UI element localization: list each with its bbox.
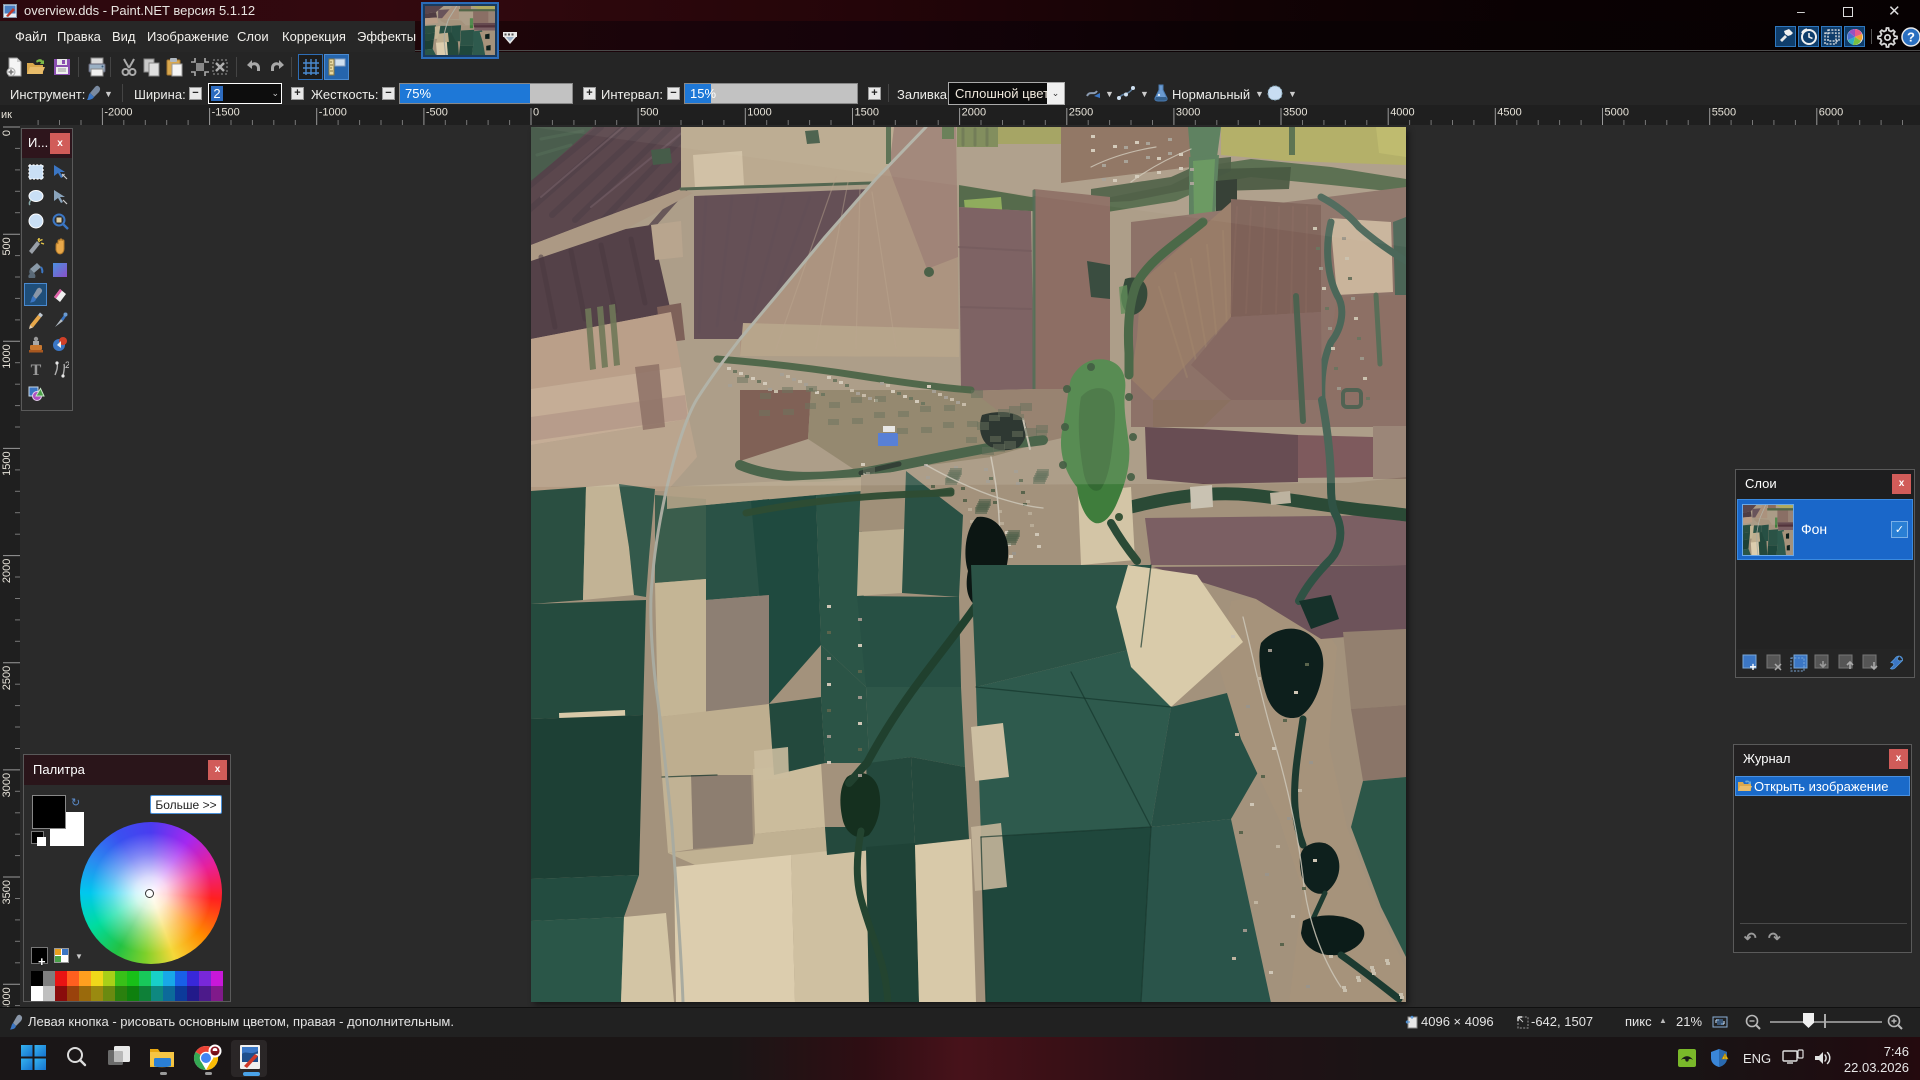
svg-text:0: 0 bbox=[1, 130, 13, 136]
svg-text:1000: 1000 bbox=[1, 344, 13, 368]
svg-text:2500: 2500 bbox=[1, 666, 13, 690]
svg-text:?: ? bbox=[1907, 30, 1915, 45]
svg-text:0: 0 bbox=[533, 107, 539, 119]
svg-text:1000: 1000 bbox=[747, 107, 771, 119]
svg-text:3500: 3500 bbox=[1283, 107, 1307, 119]
svg-text:2000: 2000 bbox=[962, 107, 986, 119]
svg-text:T: T bbox=[31, 362, 42, 378]
svg-text:6000: 6000 bbox=[1819, 107, 1843, 119]
svg-text:500: 500 bbox=[1, 237, 13, 255]
svg-text:2500: 2500 bbox=[1069, 107, 1093, 119]
svg-text:4000: 4000 bbox=[1390, 107, 1414, 119]
svg-text:2000: 2000 bbox=[1, 559, 13, 583]
svg-text:2: 2 bbox=[65, 360, 69, 370]
svg-text:1500: 1500 bbox=[1, 451, 13, 475]
svg-text:✕: ✕ bbox=[1773, 662, 1782, 673]
svg-text:4000: 4000 bbox=[1, 987, 13, 1007]
svg-text:-1500: -1500 bbox=[212, 107, 240, 119]
svg-text:3500: 3500 bbox=[1, 880, 13, 904]
svg-text:4500: 4500 bbox=[1497, 107, 1521, 119]
svg-text:5000: 5000 bbox=[1605, 107, 1629, 119]
svg-text:3000: 3000 bbox=[1176, 107, 1200, 119]
svg-text:3000: 3000 bbox=[1, 773, 13, 797]
svg-text:-1000: -1000 bbox=[319, 107, 347, 119]
svg-text:1500: 1500 bbox=[855, 107, 879, 119]
svg-text:-2000: -2000 bbox=[104, 107, 132, 119]
svg-text:500: 500 bbox=[640, 107, 658, 119]
svg-text:+: + bbox=[1749, 660, 1756, 673]
svg-text:5500: 5500 bbox=[1712, 107, 1736, 119]
svg-text:-500: -500 bbox=[426, 107, 448, 119]
